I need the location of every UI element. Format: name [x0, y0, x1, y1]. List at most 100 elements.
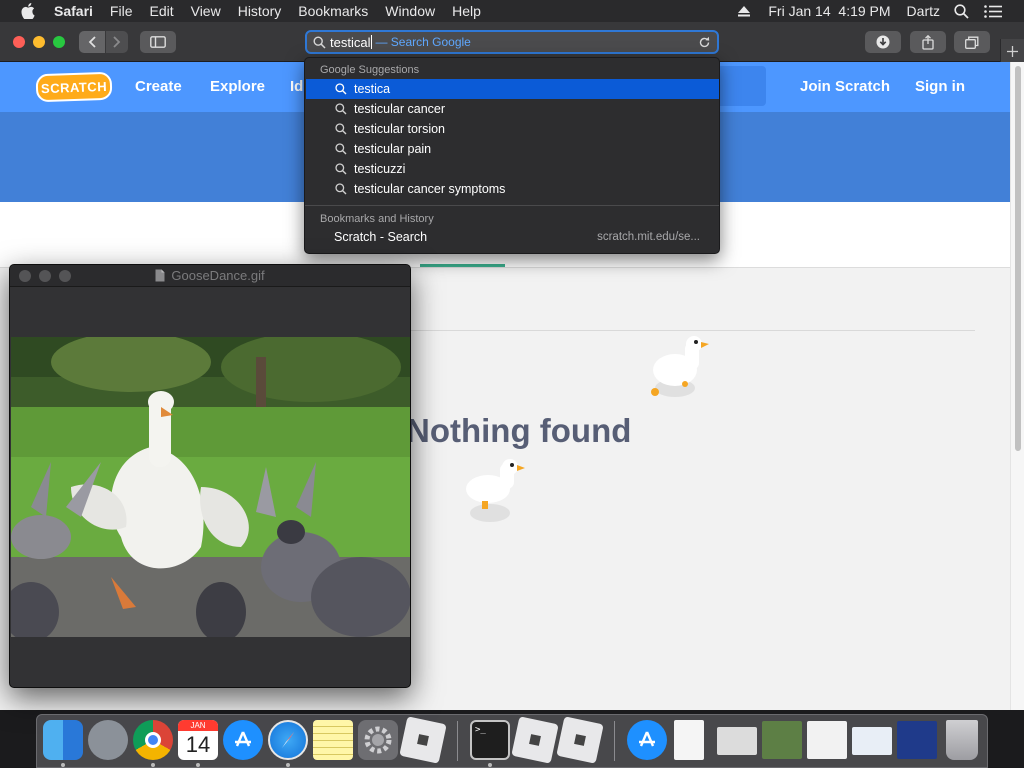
scratch-logo[interactable]: SCRATCH: [35, 71, 113, 103]
menu-app-name[interactable]: Safari: [54, 3, 93, 19]
search-icon: [334, 142, 348, 156]
menu-window[interactable]: Window: [385, 3, 435, 19]
nav-ideas[interactable]: Id: [290, 78, 303, 95]
zoom-window-button[interactable]: [53, 36, 65, 48]
menu-clock[interactable]: Fri Jan 14 4:19 PM: [768, 3, 890, 19]
menu-bookmarks[interactable]: Bookmarks: [298, 3, 368, 19]
search-icon: [334, 122, 348, 136]
trash-dock-icon[interactable]: [946, 720, 978, 760]
minimize-window-button[interactable]: [39, 270, 51, 282]
running-indicator: [286, 763, 290, 767]
chrome-center-icon: [145, 732, 161, 748]
compass-icon: [282, 732, 294, 748]
suggestion-item[interactable]: testica: [306, 79, 719, 99]
page-scrollbar[interactable]: [1010, 62, 1024, 710]
forward-button[interactable]: [106, 31, 128, 53]
menu-edit[interactable]: Edit: [149, 3, 173, 19]
launchpad-dock-icon[interactable]: [88, 720, 128, 760]
new-tab-button[interactable]: [1000, 39, 1024, 63]
menu-view[interactable]: View: [191, 3, 221, 19]
dock: JAN 14 >_: [36, 714, 988, 768]
chrome-dock-icon[interactable]: [133, 720, 173, 760]
scrollbar-thumb[interactable]: [1015, 66, 1021, 451]
sign-in-link[interactable]: Sign in: [915, 78, 965, 95]
suggestion-item[interactable]: testicular torsion: [306, 119, 719, 139]
zoom-window-button[interactable]: [59, 270, 71, 282]
menu-history[interactable]: History: [238, 3, 282, 19]
calendar-month: JAN: [178, 720, 218, 731]
downloads-button[interactable]: [865, 31, 901, 53]
roblox-studio-dock-icon[interactable]: [511, 716, 559, 764]
spotlight-search-icon[interactable]: [954, 3, 970, 19]
sidebar-toggle-button[interactable]: [140, 31, 176, 53]
search-icon: [334, 102, 348, 116]
minimized-window-thumbnail[interactable]: [852, 727, 892, 755]
share-button[interactable]: [910, 31, 946, 53]
menu-help[interactable]: Help: [452, 3, 481, 19]
close-window-button[interactable]: [13, 36, 25, 48]
minimize-window-button[interactable]: [33, 36, 45, 48]
join-scratch-link[interactable]: Join Scratch: [800, 78, 890, 95]
text-cursor: [371, 35, 373, 49]
roblox-square-icon: [529, 734, 541, 746]
nothing-found-text: Nothing found: [406, 412, 632, 449]
active-tab-underline: [420, 264, 505, 267]
minimized-window-thumbnail[interactable]: [897, 721, 937, 759]
close-window-button[interactable]: [19, 270, 31, 282]
suggestion-item[interactable]: testicuzzi: [306, 159, 719, 179]
downloads-stack-dock-icon[interactable]: [627, 720, 667, 760]
nav-explore[interactable]: Explore: [210, 78, 265, 95]
running-indicator: [61, 763, 65, 767]
gif-preview-window[interactable]: GooseDance.gif: [9, 264, 411, 688]
back-button[interactable]: [79, 31, 105, 53]
running-indicator: [488, 763, 492, 767]
suggestion-item[interactable]: testicular cancer symptoms: [306, 179, 719, 199]
system-preferences-dock-icon[interactable]: [358, 720, 398, 760]
menu-bar: Safari File Edit View History Bookmarks …: [0, 0, 1024, 22]
roblox-player-dock-icon[interactable]: [556, 716, 604, 764]
eject-icon[interactable]: [738, 4, 752, 18]
results-divider: [410, 330, 975, 331]
finder-dock-icon[interactable]: [43, 720, 83, 760]
roblox-dock-icon[interactable]: [399, 716, 447, 764]
chevron-right-icon: [113, 36, 121, 48]
safari-dock-icon[interactable]: [268, 720, 308, 760]
calendar-dock-icon[interactable]: JAN 14: [178, 720, 218, 760]
minimized-window-thumbnail[interactable]: [762, 721, 802, 759]
terminal-dock-icon[interactable]: >_: [470, 720, 510, 760]
gif-window-titlebar[interactable]: GooseDance.gif: [10, 265, 410, 287]
document-icon: [155, 269, 165, 282]
google-suggestions-header: Google Suggestions: [320, 64, 420, 76]
history-item[interactable]: Scratch - Search scratch.mit.edu/se...: [306, 227, 719, 247]
sidebar-icon: [150, 36, 166, 48]
gif-window-title: GooseDance.gif: [171, 268, 265, 283]
reload-icon[interactable]: [698, 36, 711, 49]
dropdown-divider: [305, 205, 719, 206]
roblox-square-icon: [417, 734, 429, 746]
history-item-title: Scratch - Search: [334, 230, 428, 244]
address-bar[interactable]: testical — Search Google: [305, 30, 719, 54]
search-icon: [313, 35, 326, 49]
notification-center-icon[interactable]: [984, 4, 1002, 18]
menu-file[interactable]: File: [110, 3, 133, 19]
running-indicator: [151, 763, 155, 767]
suggestion-item[interactable]: testicular cancer: [306, 99, 719, 119]
download-icon: [876, 35, 890, 49]
document-stack-dock-icon[interactable]: [674, 720, 704, 760]
calendar-day: 14: [185, 732, 211, 757]
nav-create[interactable]: Create: [135, 78, 182, 95]
search-icon: [334, 82, 348, 96]
show-tabs-button[interactable]: [954, 31, 990, 53]
roblox-square-icon: [574, 734, 586, 746]
dock-separator: [457, 721, 458, 761]
apple-menu-icon[interactable]: [20, 3, 36, 19]
minimized-window-thumbnail[interactable]: [717, 727, 757, 755]
minimized-window-thumbnail[interactable]: [807, 721, 847, 759]
suggestion-item[interactable]: testicular pain: [306, 139, 719, 159]
goose-illustration-top: [651, 336, 709, 397]
scratch-search-box[interactable]: [715, 66, 766, 106]
app-store-dock-icon[interactable]: [223, 720, 263, 760]
notes-dock-icon[interactable]: [313, 720, 353, 760]
menu-user[interactable]: Dartz: [907, 3, 940, 19]
running-indicator: [196, 763, 200, 767]
